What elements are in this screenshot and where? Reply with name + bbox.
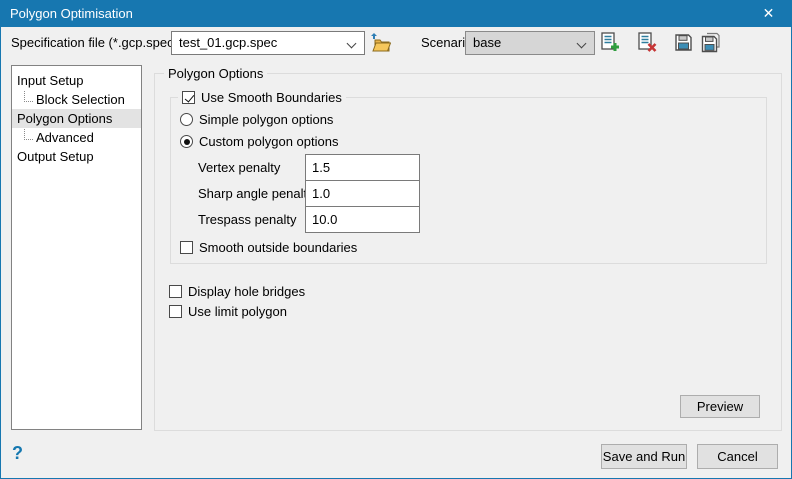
group-title: Polygon Options <box>164 65 267 82</box>
trespass-penalty-label: Trespass penalty <box>198 206 297 233</box>
spec-file-combobox[interactable]: test_01.gcp.spec <box>171 31 365 55</box>
help-icon[interactable]: ? <box>12 443 23 464</box>
checkbox-unchecked-icon <box>169 285 182 298</box>
checkbox-checked-icon <box>182 91 195 104</box>
tree-item-advanced[interactable]: Advanced <box>12 128 141 147</box>
save-and-run-button[interactable]: Save and Run <box>601 444 687 469</box>
sharp-angle-penalty-input[interactable] <box>305 180 420 207</box>
tree-branch-icon <box>24 129 33 140</box>
settings-tree: Input Setup Block Selection Polygon Opti… <box>11 65 142 430</box>
open-file-icon[interactable] <box>370 32 391 53</box>
polygon-optimisation-dialog: Polygon Optimisation ✕ Specification fil… <box>0 0 792 479</box>
radio-unchecked-icon <box>180 113 193 126</box>
trespass-penalty-input[interactable] <box>305 206 420 233</box>
display-hole-bridges-checkbox[interactable]: Display hole bridges <box>169 283 305 300</box>
spec-file-label: Specification file (*.gcp.spec) <box>11 31 178 55</box>
scenario-id-combobox[interactable]: base <box>465 31 595 55</box>
delete-scenario-icon[interactable] <box>637 32 658 53</box>
tree-item-output-setup[interactable]: Output Setup <box>12 147 141 166</box>
radio-checked-icon <box>180 135 193 148</box>
spec-file-value: test_01.gcp.spec <box>179 32 277 54</box>
window-title: Polygon Optimisation <box>10 1 133 27</box>
tree-item-polygon-options[interactable]: Polygon Options <box>12 109 141 128</box>
save-scenario-icon[interactable] <box>673 32 694 53</box>
use-smooth-boundaries-checkbox[interactable]: Use Smooth Boundaries <box>178 89 346 106</box>
vertex-penalty-label: Vertex penalty <box>198 154 280 181</box>
use-limit-polygon-checkbox[interactable]: Use limit polygon <box>169 303 287 320</box>
cancel-button[interactable]: Cancel <box>697 444 778 469</box>
vertex-penalty-input[interactable] <box>305 154 420 181</box>
chevron-down-icon <box>347 39 357 49</box>
polygon-options-group: Polygon Options Use Smooth Boundaries Si… <box>154 73 782 431</box>
sharp-angle-penalty-label: Sharp angle penalty <box>198 180 314 207</box>
save-scenario-as-icon[interactable] <box>700 32 721 53</box>
scenario-id-value: base <box>473 32 501 54</box>
smooth-outside-boundaries-checkbox[interactable]: Smooth outside boundaries <box>180 239 357 256</box>
close-icon[interactable]: ✕ <box>746 1 791 27</box>
tree-item-block-selection[interactable]: Block Selection <box>12 90 141 109</box>
title-bar: Polygon Optimisation ✕ <box>1 1 791 27</box>
checkbox-unchecked-icon <box>180 241 193 254</box>
checkbox-unchecked-icon <box>169 305 182 318</box>
tree-item-input-setup[interactable]: Input Setup <box>12 71 141 90</box>
tree-branch-icon <box>24 91 33 102</box>
custom-polygon-options-radio[interactable]: Custom polygon options <box>180 133 338 150</box>
smooth-boundaries-group: Use Smooth Boundaries Simple polygon opt… <box>170 97 767 264</box>
preview-button[interactable]: Preview <box>680 395 760 418</box>
chevron-down-icon <box>577 39 587 49</box>
simple-polygon-options-radio[interactable]: Simple polygon options <box>180 111 333 128</box>
new-scenario-icon[interactable] <box>600 32 621 53</box>
